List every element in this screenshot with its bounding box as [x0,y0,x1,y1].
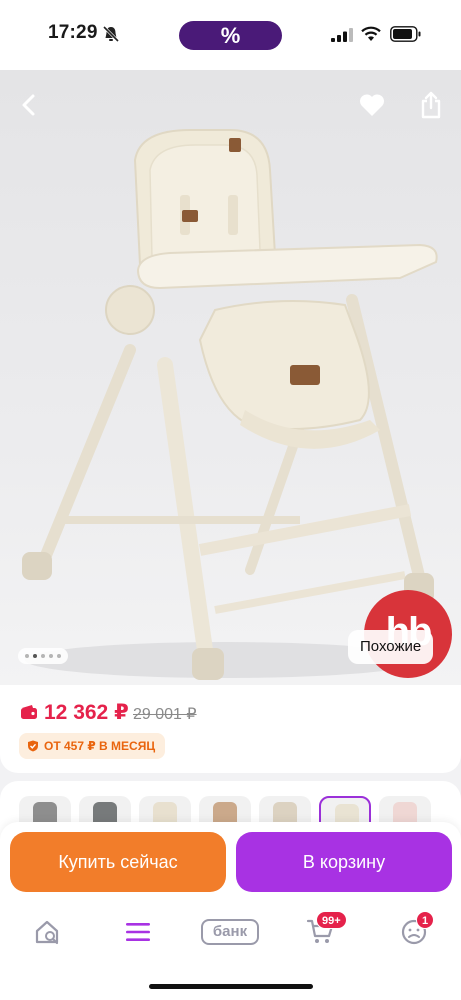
chevron-left-icon [22,94,35,116]
gallery-pagination [18,648,68,664]
product-page: 17:29 % Похожие 12 362 ₽ 29 001 ₽ ОТ 457… [0,0,461,1000]
add-to-cart-button[interactable]: В корзину [236,832,452,892]
tab-bank[interactable]: банк [200,914,260,950]
buy-now-button[interactable]: Купить сейчас [10,832,226,892]
similar-button[interactable]: Похожие [348,630,434,664]
action-bar: Купить сейчас В корзину [0,822,461,902]
wallet-icon [21,705,37,719]
share-button[interactable] [411,85,451,125]
current-price: 12 362 ₽ [44,701,129,724]
tab-cart[interactable]: 99+ [296,911,347,950]
bell-muted-icon [102,25,120,43]
installment-text: ОТ 457 ₽ В МЕСЯЦ [44,739,156,753]
shield-icon [28,740,38,752]
battery-icon [390,26,421,42]
back-button[interactable] [10,85,50,125]
pagination-dot [57,654,61,658]
product-image-gallery[interactable]: hb Похожие [0,70,461,685]
pagination-dot [49,654,53,658]
wifi-icon [361,26,381,41]
pagination-dot [33,654,37,658]
menu-icon [126,923,150,941]
cart-badge: 99+ [316,911,347,929]
tab-profile[interactable]: 1 [389,911,439,950]
installment-badge[interactable]: ОТ 457 ₽ В МЕСЯЦ [19,733,166,759]
favorite-button[interactable] [352,85,392,125]
signal-icon [331,28,353,42]
share-icon [421,91,441,119]
tab-home[interactable] [22,914,72,950]
pagination-dot [41,654,45,658]
profile-badge: 1 [416,911,435,929]
home-search-icon [35,920,59,945]
tab-bar: банк 99+ 1 [0,902,461,1000]
old-price: 29 001 ₽ [133,706,197,723]
price-card: 12 362 ₽ 29 001 ₽ ОТ 457 ₽ В МЕСЯЦ [0,685,461,773]
heart-icon [359,94,385,116]
status-time: 17:29 [48,22,98,43]
bank-label: банк [201,919,259,945]
status-bar: 17:29 % [0,0,461,70]
home-indicator [149,984,313,989]
tab-catalog[interactable] [113,914,163,950]
promo-pill[interactable]: % [179,21,282,50]
pagination-dot [25,654,29,658]
